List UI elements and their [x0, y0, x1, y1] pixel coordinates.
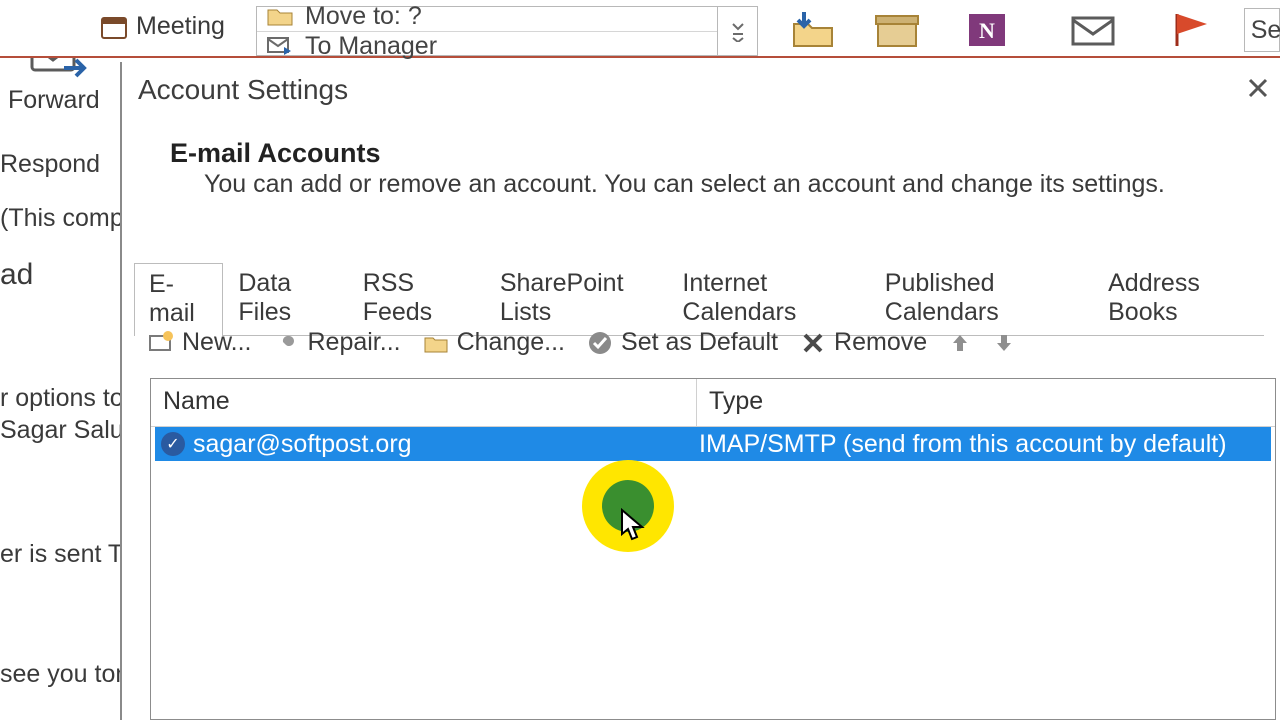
section-description: You can add or remove an account. You ca… — [204, 170, 1165, 199]
meeting-icon — [100, 13, 128, 41]
meeting-button[interactable]: Meeting — [136, 12, 225, 41]
bg-text: (This comp — [0, 204, 124, 233]
search-fragment[interactable]: Se — [1244, 8, 1280, 52]
close-button[interactable] — [1238, 68, 1278, 108]
respond-group-label: Respond — [0, 150, 100, 179]
tabstrip: E-mail Data Files RSS Feeds SharePoint L… — [134, 262, 1264, 336]
move-button[interactable] — [778, 6, 848, 54]
repair-button[interactable]: Repair... — [273, 328, 400, 357]
folder-move-icon — [267, 5, 293, 27]
rules-button[interactable] — [862, 6, 932, 54]
quickstep-tomanager[interactable]: To Manager — [305, 32, 437, 61]
chevron-down-icon — [731, 20, 745, 42]
change-button[interactable]: Change... — [423, 328, 565, 357]
folder-gear-icon — [423, 330, 449, 356]
check-circle-icon — [587, 330, 613, 356]
onenote-icon: N — [965, 8, 1009, 52]
dialog-title: Account Settings — [138, 74, 348, 106]
mail-forward-icon — [267, 35, 293, 57]
quick-steps-dropdown[interactable] — [717, 7, 757, 55]
x-icon — [800, 330, 826, 356]
svg-text:N: N — [979, 18, 995, 43]
close-icon — [1246, 76, 1270, 100]
follow-up-button[interactable] — [1158, 6, 1228, 54]
accounts-grid: Name Type ✓ sagar@softpost.org IMAP/SMTP… — [150, 378, 1276, 720]
move-folder-icon — [788, 8, 838, 52]
mark-unread-button[interactable] — [1058, 6, 1128, 54]
wrench-icon — [273, 330, 299, 356]
ribbon: Meeting Move to: ? To Manager N Se — [0, 0, 1280, 58]
account-type: IMAP/SMTP (send from this account by def… — [699, 430, 1227, 459]
new-mail-icon — [148, 330, 174, 356]
tab-internet-calendars[interactable]: Internet Calendars — [667, 262, 869, 335]
tab-rss-feeds[interactable]: RSS Feeds — [348, 262, 485, 335]
bg-text: see you tom — [0, 660, 136, 689]
bg-text: ad — [0, 258, 33, 292]
forward-button[interactable]: Forward — [8, 86, 100, 115]
archive-box-icon — [872, 8, 922, 52]
envelope-icon — [1069, 10, 1117, 50]
col-header-type[interactable]: Type — [697, 379, 1275, 427]
quick-steps-gallery[interactable]: Move to: ? To Manager — [256, 6, 758, 56]
account-row[interactable]: ✓ sagar@softpost.org IMAP/SMTP (send fro… — [155, 427, 1271, 461]
remove-button[interactable]: Remove — [800, 328, 927, 357]
tab-data-files[interactable]: Data Files — [223, 262, 347, 335]
account-toolbar: New... Repair... Change... Set as Defaul… — [148, 328, 1015, 357]
set-default-button[interactable]: Set as Default — [587, 328, 778, 357]
tab-address-books[interactable]: Address Books — [1093, 262, 1264, 335]
flag-icon — [1171, 10, 1215, 50]
onenote-button[interactable]: N — [952, 6, 1022, 54]
section-heading: E-mail Accounts — [170, 138, 381, 169]
arrow-up-icon — [949, 332, 971, 354]
move-up-button[interactable] — [949, 332, 971, 354]
quickstep-moveto[interactable]: Move to: ? — [305, 2, 422, 31]
col-header-name[interactable]: Name — [151, 379, 697, 427]
arrow-down-icon — [993, 332, 1015, 354]
bg-text: er is sent T — [0, 540, 123, 569]
tab-sharepoint-lists[interactable]: SharePoint Lists — [485, 262, 668, 335]
tab-published-calendars[interactable]: Published Calendars — [870, 262, 1093, 335]
move-down-button[interactable] — [993, 332, 1015, 354]
new-button[interactable]: New... — [148, 328, 251, 357]
bg-text: r options to — [0, 384, 124, 413]
default-check-icon: ✓ — [161, 432, 185, 456]
account-name: sagar@softpost.org — [193, 430, 412, 459]
tab-email[interactable]: E-mail — [134, 263, 223, 336]
account-settings-dialog: Account Settings E-mail Accounts You can… — [120, 62, 1280, 720]
